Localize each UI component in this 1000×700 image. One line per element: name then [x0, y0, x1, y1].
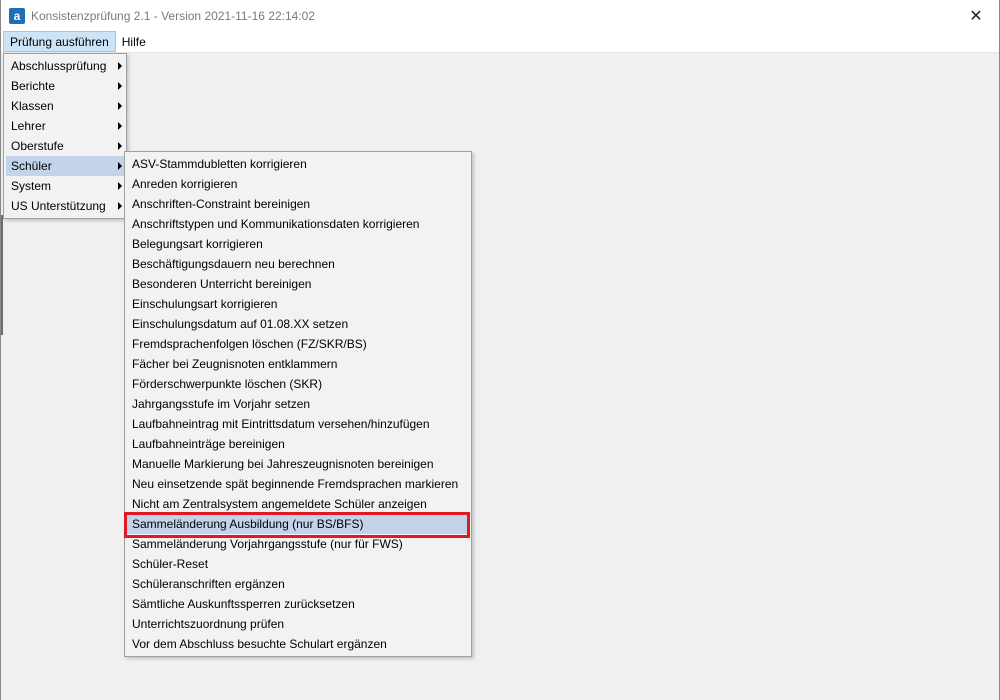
- submenu-item-label: Manuelle Markierung bei Jahreszeugnisnot…: [132, 457, 434, 471]
- submenu-item-label: ASV-Stammdubletten korrigieren: [132, 157, 307, 171]
- menu-item-label: Schüler: [11, 159, 52, 173]
- submenu-arrow-icon: [118, 202, 122, 210]
- submenu-item-label: Schüleranschriften ergänzen: [132, 577, 285, 591]
- submenu-item-label: Fächer bei Zeugnisnoten entklammern: [132, 357, 338, 371]
- close-button[interactable]: ✕: [953, 0, 999, 31]
- submenu-item[interactable]: Laufbahneintrag mit Eintrittsdatum verse…: [127, 414, 469, 434]
- submenu-item-label: Sammeländerung Ausbildung (nur BS/BFS): [132, 517, 364, 531]
- menu-item-label: Abschlussprüfung: [11, 59, 107, 73]
- submenu-arrow-icon: [118, 162, 122, 170]
- submenu-item-label: Belegungsart korrigieren: [132, 237, 263, 251]
- menu-item-label: Klassen: [11, 99, 54, 113]
- submenu-item[interactable]: Einschulungsdatum auf 01.08.XX setzen: [127, 314, 469, 334]
- submenu-item-label: Neu einsetzende spät beginnende Fremdspr…: [132, 477, 459, 491]
- submenu-item[interactable]: Sämtliche Auskunftssperren zurücksetzen: [127, 594, 469, 614]
- submenu-item[interactable]: Belegungsart korrigieren: [127, 234, 469, 254]
- app-icon: a: [9, 7, 25, 24]
- submenu-item-label: Jahrgangsstufe im Vorjahr setzen: [132, 397, 311, 411]
- submenu-item[interactable]: Fächer bei Zeugnisnoten entklammern: [127, 354, 469, 374]
- submenu-arrow-icon: [118, 182, 122, 190]
- menu-bar: Prüfung ausführen Hilfe: [1, 31, 999, 53]
- submenu-item[interactable]: Anreden korrigieren: [127, 174, 469, 194]
- menu-item-label: US Unterstützung: [11, 199, 106, 213]
- menu-item-label: Berichte: [11, 79, 56, 93]
- submenu-item[interactable]: Nicht am Zentralsystem angemeldete Schül…: [127, 494, 469, 514]
- submenu-item-label: Nicht am Zentralsystem angemeldete Schül…: [132, 497, 427, 511]
- submenu-item-label: Vor dem Abschluss besuchte Schulart ergä…: [132, 637, 387, 651]
- submenu-item-label: Sämtliche Auskunftssperren zurücksetzen: [132, 597, 355, 611]
- submenu-item[interactable]: Förderschwerpunkte löschen (SKR): [127, 374, 469, 394]
- submenu-arrow-icon: [118, 62, 122, 70]
- left-edge-divider: [1, 215, 3, 335]
- submenu-item[interactable]: Schüleranschriften ergänzen: [127, 574, 469, 594]
- submenu-item-label: Laufbahneinträge bereinigen: [132, 437, 285, 451]
- submenu-item[interactable]: Beschäftigungsdauern neu berechnen: [127, 254, 469, 274]
- submenu-item-label: Anschriftstypen und Kommunikationsdaten …: [132, 217, 420, 231]
- submenu-item[interactable]: Vor dem Abschluss besuchte Schulart ergä…: [127, 634, 469, 654]
- submenu-arrow-icon: [118, 102, 122, 110]
- submenu-item-label: Beschäftigungsdauern neu berechnen: [132, 257, 335, 271]
- submenu-item-label: Einschulungsart korrigieren: [132, 297, 278, 311]
- submenu-item[interactable]: Manuelle Markierung bei Jahreszeugnisnot…: [127, 454, 469, 474]
- menu-item-label: System: [11, 179, 52, 193]
- menu-item-schueler[interactable]: Schüler: [6, 156, 124, 176]
- submenu-arrow-icon: [118, 122, 122, 130]
- submenu-item[interactable]: Anschriften-Constraint bereinigen: [127, 194, 469, 214]
- menu-item-oberstufe[interactable]: Oberstufe: [6, 136, 124, 156]
- submenu-item-label: Schüler-Reset: [132, 557, 209, 571]
- submenu-item-label: Fremdsprachenfolgen löschen (FZ/SKR/BS): [132, 337, 367, 351]
- pruefung-dropdown-menu: Abschlussprüfung Berichte Klassen Lehrer…: [3, 53, 127, 219]
- submenu-item-label: Unterrichtszuordnung prüfen: [132, 617, 285, 631]
- app-window: a Konsistenzprüfung 2.1 - Version 2021-1…: [0, 0, 1000, 700]
- window-title: Konsistenzprüfung 2.1 - Version 2021-11-…: [31, 8, 315, 23]
- close-icon: ✕: [969, 7, 983, 25]
- submenu-item[interactable]: Unterrichtszuordnung prüfen: [127, 614, 469, 634]
- menu-hilfe[interactable]: Hilfe: [116, 31, 152, 52]
- submenu-item-label: Sammeländerung Vorjahrgangsstufe (nur fü…: [132, 537, 403, 551]
- menu-item-berichte[interactable]: Berichte: [6, 76, 124, 96]
- submenu-item[interactable]: Schüler-Reset: [127, 554, 469, 574]
- submenu-item[interactable]: Sammeländerung Vorjahrgangsstufe (nur fü…: [127, 534, 469, 554]
- submenu-item-label: Förderschwerpunkte löschen (SKR): [132, 377, 323, 391]
- submenu-item[interactable]: ASV-Stammdubletten korrigieren: [127, 154, 469, 174]
- menu-pruefung-ausfuehren[interactable]: Prüfung ausführen: [3, 31, 116, 52]
- submenu-item-label: Anschriften-Constraint bereinigen: [132, 197, 311, 211]
- menu-item-klassen[interactable]: Klassen: [6, 96, 124, 116]
- submenu-item-label: Anreden korrigieren: [132, 177, 238, 191]
- submenu-item[interactable]: Besonderen Unterricht bereinigen: [127, 274, 469, 294]
- menu-item-abschlusspruefung[interactable]: Abschlussprüfung: [6, 56, 124, 76]
- submenu-item[interactable]: Neu einsetzende spät beginnende Fremdspr…: [127, 474, 469, 494]
- submenu-item-label: Besonderen Unterricht bereinigen: [132, 277, 312, 291]
- menu-item-label: Oberstufe: [11, 139, 64, 153]
- submenu-item-label: Laufbahneintrag mit Eintrittsdatum verse…: [132, 417, 430, 431]
- menu-item-system[interactable]: System: [6, 176, 124, 196]
- submenu-item[interactable]: Fremdsprachenfolgen löschen (FZ/SKR/BS): [127, 334, 469, 354]
- submenu-item[interactable]: Laufbahneinträge bereinigen: [127, 434, 469, 454]
- menu-item-lehrer[interactable]: Lehrer: [6, 116, 124, 136]
- submenu-item[interactable]: Einschulungsart korrigieren: [127, 294, 469, 314]
- submenu-item[interactable]: Jahrgangsstufe im Vorjahr setzen: [127, 394, 469, 414]
- title-bar: a Konsistenzprüfung 2.1 - Version 2021-1…: [1, 0, 999, 31]
- submenu-item-label: Einschulungsdatum auf 01.08.XX setzen: [132, 317, 349, 331]
- submenu-item[interactable]: Anschriftstypen und Kommunikationsdaten …: [127, 214, 469, 234]
- submenu-arrow-icon: [118, 142, 122, 150]
- menu-item-us-unterstuetzung[interactable]: US Unterstützung: [6, 196, 124, 216]
- schueler-submenu: ASV-Stammdubletten korrigieren Anreden k…: [124, 151, 472, 657]
- menu-item-label: Lehrer: [11, 119, 46, 133]
- submenu-item-sammelaenderung-ausbildung[interactable]: Sammeländerung Ausbildung (nur BS/BFS): [127, 514, 469, 534]
- submenu-arrow-icon: [118, 82, 122, 90]
